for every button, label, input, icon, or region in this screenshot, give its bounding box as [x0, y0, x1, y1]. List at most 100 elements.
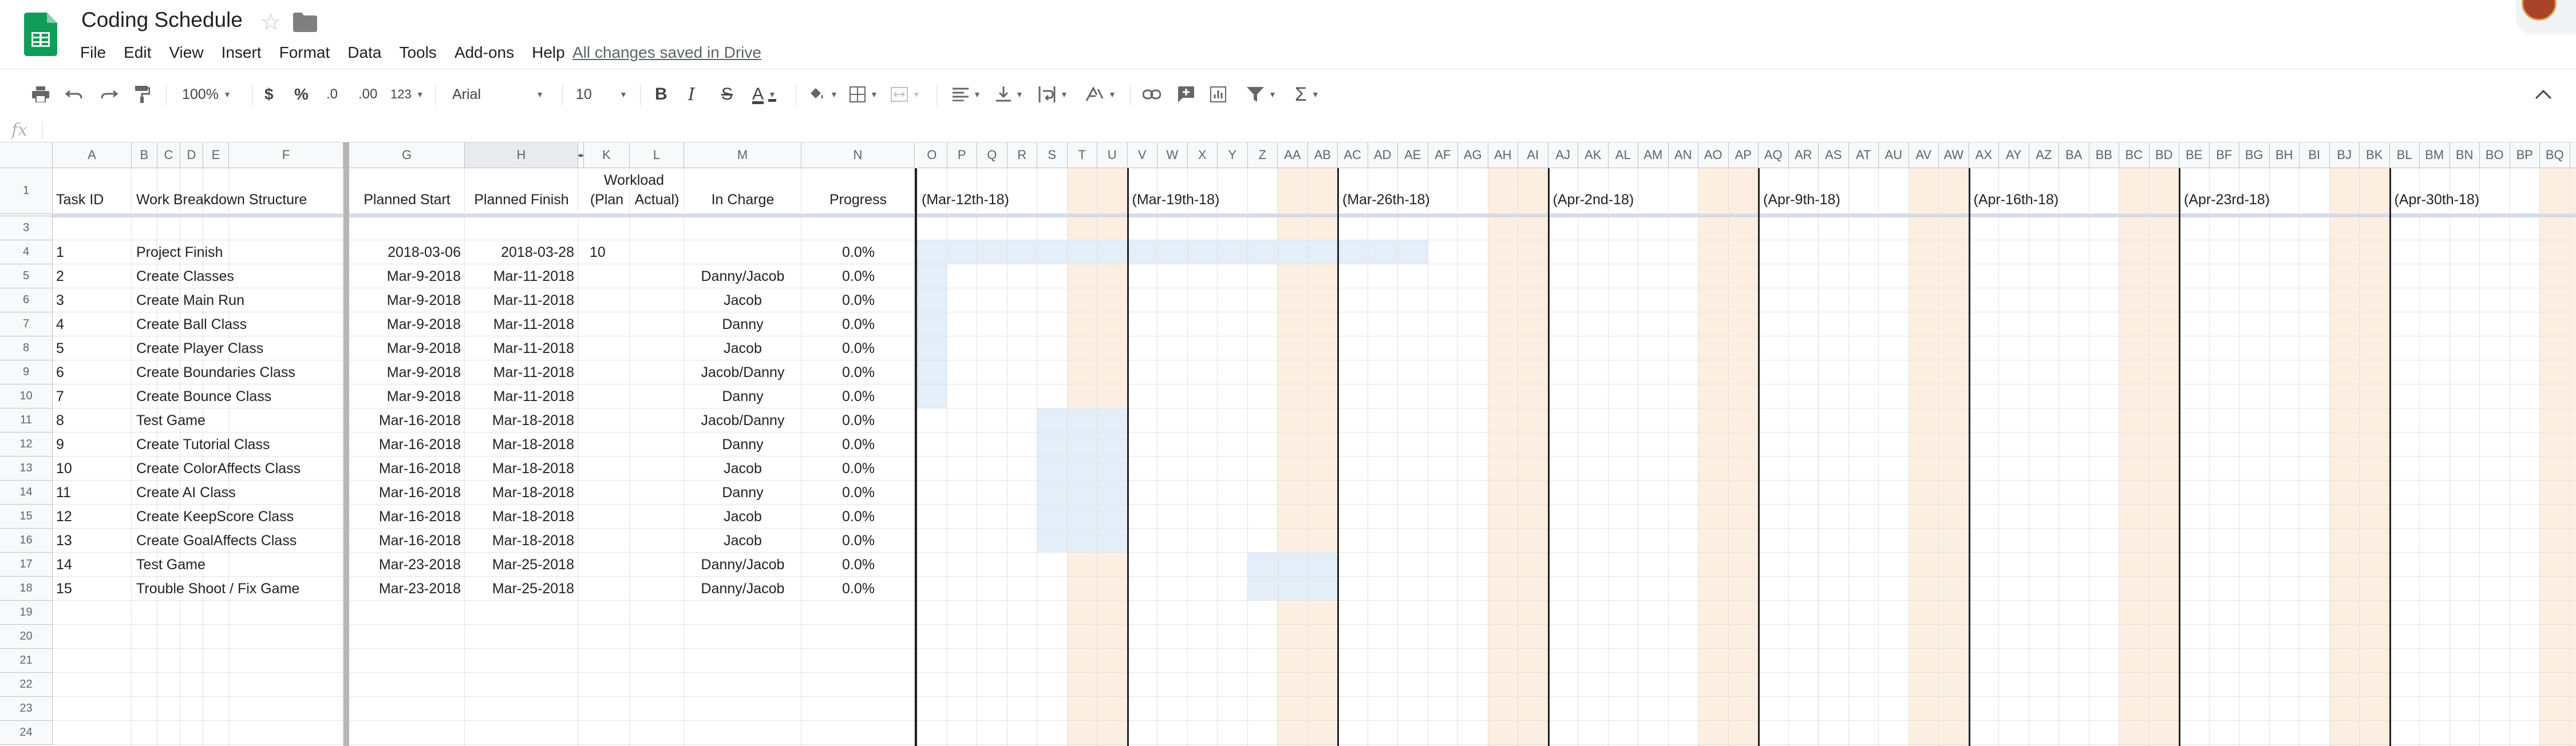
- column-header[interactable]: R: [1007, 142, 1037, 168]
- task-name-cell[interactable]: Create ColorAffects Class: [136, 457, 301, 481]
- planned-finish-cell[interactable]: Mar-18-2018: [465, 481, 574, 505]
- in-charge-cell[interactable]: Danny: [684, 432, 801, 457]
- in-charge-cell[interactable]: Danny/Jacob: [684, 553, 801, 577]
- planned-start-cell[interactable]: Mar-9-2018: [349, 384, 461, 408]
- progress-cell[interactable]: 0.0%: [801, 553, 875, 577]
- row-2-toggle[interactable]: [0, 214, 53, 216]
- column-header[interactable]: BF: [2209, 142, 2239, 168]
- column-header[interactable]: A: [53, 142, 132, 168]
- column-header[interactable]: BR: [2570, 142, 2576, 168]
- in-charge-cell[interactable]: Danny: [684, 481, 801, 505]
- column-header[interactable]: AT: [1848, 142, 1879, 168]
- decrease-decimal-button[interactable]: .0: [326, 69, 338, 120]
- column-header[interactable]: BN: [2449, 142, 2480, 168]
- fill-color-icon[interactable]: ▼: [808, 69, 838, 120]
- column-header[interactable]: AN: [1668, 142, 1698, 168]
- planned-start-cell[interactable]: Mar-16-2018: [349, 529, 461, 553]
- progress-cell[interactable]: 0.0%: [801, 481, 875, 505]
- in-charge-cell[interactable]: Jacob: [684, 529, 801, 553]
- week-label[interactable]: (Mar-19th-18): [1132, 192, 1220, 208]
- task-name-cell[interactable]: Create Player Class: [136, 336, 263, 360]
- row-header[interactable]: 6: [0, 288, 53, 312]
- font-select[interactable]: Arial ▼: [452, 69, 544, 120]
- row-header[interactable]: 24: [0, 721, 53, 745]
- task-name-cell[interactable]: Create KeepScore Class: [136, 505, 294, 529]
- redo-icon[interactable]: [101, 69, 118, 120]
- task-id-cell[interactable]: 9: [56, 432, 64, 457]
- select-all-corner[interactable]: [0, 142, 53, 168]
- column-header[interactable]: X: [1187, 142, 1218, 168]
- row-header[interactable]: 22: [0, 673, 53, 697]
- column-header[interactable]: AK: [1578, 142, 1609, 168]
- header-wbs[interactable]: Work Breakdown Structure: [136, 192, 307, 208]
- planned-start-cell[interactable]: Mar-9-2018: [349, 288, 461, 312]
- menu-edit[interactable]: Edit: [124, 43, 151, 62]
- header-planned-start[interactable]: Planned Start: [349, 192, 465, 208]
- column-header[interactable]: AS: [1819, 142, 1849, 168]
- column-header[interactable]: Q: [977, 142, 1008, 168]
- row-header[interactable]: 13: [0, 457, 53, 481]
- column-header[interactable]: Y: [1218, 142, 1248, 168]
- task-name-cell[interactable]: Create Main Run: [136, 288, 244, 312]
- task-id-cell[interactable]: 10: [56, 457, 72, 481]
- menu-view[interactable]: View: [169, 43, 203, 62]
- column-header[interactable]: AD: [1368, 142, 1398, 168]
- progress-cell[interactable]: 0.0%: [801, 240, 875, 264]
- collapse-icon[interactable]: [2535, 69, 2552, 120]
- week-label[interactable]: (Apr-23rd-18): [2184, 192, 2270, 208]
- column-header[interactable]: BE: [2179, 142, 2210, 168]
- header-planned-finish[interactable]: Planned Finish: [465, 192, 578, 208]
- menu-data[interactable]: Data: [347, 43, 381, 62]
- task-id-cell[interactable]: 1: [56, 240, 64, 264]
- align-left-icon[interactable]: ▼: [953, 69, 981, 120]
- week-label[interactable]: (Mar-26th-18): [1342, 192, 1430, 208]
- column-header[interactable]: BH: [2269, 142, 2300, 168]
- progress-cell[interactable]: 0.0%: [801, 505, 875, 529]
- task-id-cell[interactable]: 4: [56, 312, 64, 336]
- planned-start-cell[interactable]: Mar-9-2018: [349, 336, 461, 360]
- column-header[interactable]: AC: [1338, 142, 1368, 168]
- column-header[interactable]: L: [630, 142, 684, 168]
- planned-start-cell[interactable]: Mar-16-2018: [349, 505, 461, 529]
- planned-finish-cell[interactable]: Mar-18-2018: [465, 408, 574, 432]
- row-header[interactable]: 20: [0, 625, 53, 649]
- task-id-cell[interactable]: 7: [56, 384, 64, 408]
- planned-finish-cell[interactable]: Mar-18-2018: [465, 432, 574, 457]
- column-header[interactable]: AZ: [2029, 142, 2059, 168]
- wrap-icon[interactable]: ▼: [1038, 69, 1068, 120]
- in-charge-cell[interactable]: Jacob/Danny: [684, 360, 801, 384]
- row-header[interactable]: 10: [0, 384, 53, 408]
- task-name-cell[interactable]: Trouble Shoot / Fix Game: [136, 577, 299, 601]
- column-header[interactable]: AF: [1428, 142, 1458, 168]
- planned-start-cell[interactable]: Mar-23-2018: [349, 553, 461, 577]
- progress-cell[interactable]: 0.0%: [801, 577, 875, 601]
- week-label[interactable]: (Apr-30th-18): [2395, 192, 2480, 208]
- increase-decimal-button[interactable]: .00: [358, 69, 377, 120]
- column-header[interactable]: P: [947, 142, 977, 168]
- menu-addons[interactable]: Add-ons: [455, 43, 514, 62]
- menu-insert[interactable]: Insert: [222, 43, 262, 62]
- column-header[interactable]: BI: [2300, 142, 2330, 168]
- task-name-cell[interactable]: Create Boundaries Class: [136, 360, 295, 384]
- in-charge-cell[interactable]: Jacob: [684, 505, 801, 529]
- week-label[interactable]: (Apr-16th-18): [1974, 192, 2059, 208]
- column-header[interactable]: V: [1127, 142, 1157, 168]
- column-header[interactable]: AV: [1909, 142, 1939, 168]
- column-header[interactable]: BP: [2510, 142, 2540, 168]
- planned-start-cell[interactable]: Mar-16-2018: [349, 432, 461, 457]
- column-header[interactable]: BL: [2389, 142, 2420, 168]
- column-header[interactable]: BD: [2149, 142, 2179, 168]
- planned-finish-cell[interactable]: 2018-03-28: [465, 240, 574, 264]
- progress-cell[interactable]: 0.0%: [801, 384, 875, 408]
- progress-cell[interactable]: 0.0%: [801, 336, 875, 360]
- formula-input[interactable]: [52, 122, 2565, 140]
- column-header[interactable]: AM: [1638, 142, 1669, 168]
- planned-finish-cell[interactable]: Mar-18-2018: [465, 457, 574, 481]
- progress-cell[interactable]: 0.0%: [801, 408, 875, 432]
- task-name-cell[interactable]: Create GoalAffects Class: [136, 529, 297, 553]
- zoom-select[interactable]: 100% ▼: [182, 69, 231, 120]
- task-id-cell[interactable]: 13: [56, 529, 72, 553]
- planned-start-cell[interactable]: Mar-16-2018: [349, 481, 461, 505]
- task-id-cell[interactable]: 12: [56, 505, 72, 529]
- star-icon[interactable]: ☆: [260, 9, 281, 35]
